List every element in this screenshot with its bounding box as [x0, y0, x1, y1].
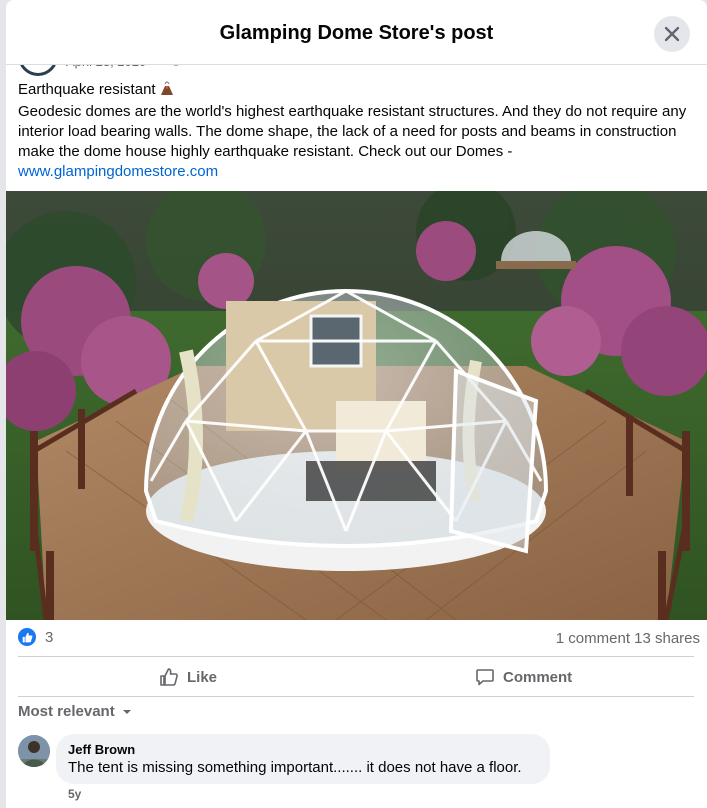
post-heading: Earthquake resistant	[18, 80, 698, 102]
like-reaction-badge[interactable]	[18, 628, 36, 646]
volcano-icon	[160, 80, 174, 102]
divider	[18, 656, 694, 657]
close-icon	[664, 26, 680, 42]
post-body-text: Geodesic domes are the world's highest e…	[18, 103, 687, 160]
post-heading-text: Earthquake resistant	[18, 81, 156, 98]
post-dialog: Glamping Dome Store's post April 23, 202…	[6, 0, 707, 808]
user-avatar-image	[18, 735, 50, 767]
post-photo[interactable]	[6, 191, 707, 620]
comment-icon	[476, 669, 494, 686]
dialog-title: Glamping Dome Store's post	[219, 22, 494, 44]
comment-text: The tent is missing something important.…	[68, 759, 522, 776]
comment-count[interactable]: 1 comment	[556, 630, 630, 647]
comment-author[interactable]: Jeff Brown	[68, 742, 135, 757]
caret-down-icon	[122, 709, 131, 714]
website-link[interactable]: www.glampingdomestore.com	[18, 163, 218, 180]
avatar[interactable]	[18, 735, 50, 767]
dialog-header: Glamping Dome Store's post	[6, 0, 707, 65]
like-button[interactable]: Like	[159, 666, 217, 688]
comment-label: Comment	[503, 668, 573, 686]
close-button[interactable]	[654, 16, 690, 52]
glamping-dome-image	[6, 191, 707, 620]
divider	[18, 696, 694, 697]
sort-label: Most relevant	[18, 703, 115, 720]
post-body: Geodesic domes are the world's highest e…	[18, 102, 698, 182]
post-message: Earthquake resistant Geodesic domes are …	[18, 80, 698, 182]
comment-bubble: Jeff Brown The tent is missing something…	[56, 734, 550, 784]
share-count[interactable]: 13 shares	[634, 630, 700, 647]
reaction-count[interactable]: 3	[45, 629, 53, 646]
reactions-row: 3 1 comment 13 shares	[18, 628, 700, 650]
like-label: Like	[187, 668, 218, 686]
comment-timestamp[interactable]: 5y	[68, 787, 81, 801]
comment-sort-dropdown[interactable]: Most relevant	[18, 703, 133, 720]
thumbs-up-outline-icon	[160, 668, 178, 686]
thumbs-up-icon	[22, 632, 32, 642]
comment-button[interactable]: Comment	[475, 666, 572, 688]
